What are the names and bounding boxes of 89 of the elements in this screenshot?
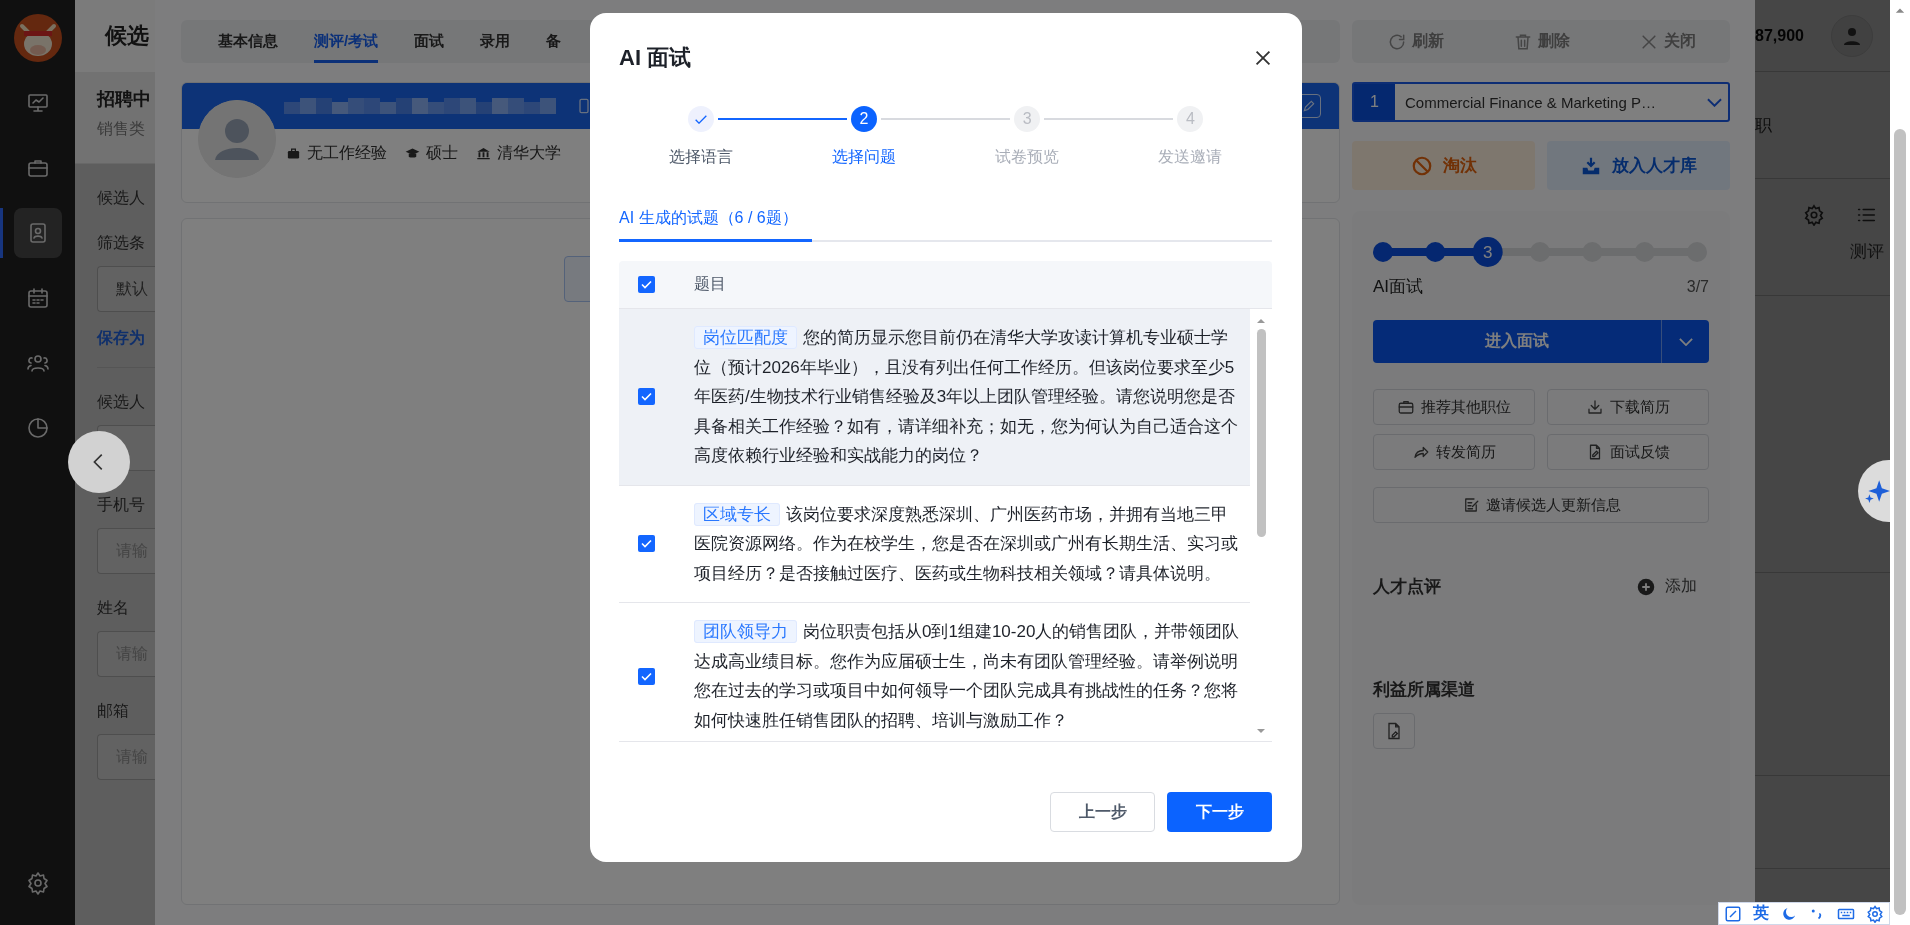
ban-icon <box>1410 154 1433 177</box>
scroll-up-icon[interactable] <box>1257 319 1265 323</box>
action-button[interactable]: 下载简历 <box>1547 389 1709 425</box>
action-button[interactable]: 转发简历 <box>1373 434 1535 470</box>
action-button[interactable]: 面试反馈 <box>1547 434 1709 470</box>
edit-icon <box>1302 99 1316 113</box>
scroll-down-icon[interactable] <box>1257 729 1265 733</box>
table-row[interactable]: 岗位匹配度 您的简历显示您目前仍在清华大学攻读计算机专业硕士学位（预计2026年毕业），且没有列出任何工作经历。但该岗位要求至少5年医药/生物技术行业销售经验及3年以上团队管理经验。请您说明您是否具备相关工作经验？如有，请详细补充；如无，您为何认为自己适合这个高度依赖行业经验和实战能力的岗位？ <box>619 309 1250 486</box>
tab[interactable]: 基本信息 <box>218 20 278 63</box>
scroll-up-icon <box>1895 6 1905 16</box>
settings-icon <box>1865 904 1884 923</box>
next-button[interactable]: 下一步 <box>1167 792 1272 832</box>
active-indicator <box>0 208 3 258</box>
job-title: Commercial Finance & Marketing P… <box>1404 92 1657 113</box>
tab[interactable]: 面试 <box>414 20 445 63</box>
toolbar-button[interactable]: 删除 <box>1512 31 1570 52</box>
enter-interview-button[interactable]: 进入面试 <box>1373 320 1661 363</box>
field-label: 姓名 <box>97 598 130 618</box>
tab[interactable]: 备 <box>546 20 562 63</box>
table-row[interactable]: 团队领导力 岗位职责包括从0到1组建10-20人的销售团队，并带领团队达成高业绩目标。您作为应届硕士生，尚未有团队管理经验。请举例说明您在过去的学习或项目中如何领导一个团队完成具有挑战性的任务？您将如何快速胜任销售团队的招聘、培训与激励工作？ <box>619 603 1250 741</box>
question-text: 区域专长 该岗位要求深度熟悉深圳、广州医药市场，并拥有当地三甲医院资源网络。作为在校学生，您是否在深圳或广州有长期生活、实习或项目经历？是否接触过医疗、医药或生物科技相关领域？请具体说明。 <box>694 501 1239 585</box>
field-label: 手机号 <box>97 495 146 515</box>
talent-pool-button[interactable]: 放入人才库 <box>1547 141 1730 190</box>
briefcase-icon <box>1397 398 1415 416</box>
monitor-icon <box>25 91 50 115</box>
add-button[interactable]: 添加 <box>1637 576 1697 597</box>
filter-select[interactable]: 默认 <box>97 266 155 312</box>
stage-count: 3/7 <box>1686 277 1709 296</box>
job-index: 1 <box>1354 84 1395 120</box>
reject-button[interactable]: 淘汰 <box>1352 141 1535 190</box>
question-text: 岗位匹配度 您的简历显示您目前仍在清华大学攻读计算机专业硕士学位（预计2026年毕业），且没有列出任何工作经历。但该岗位要求至少5年医药/生物技术行业销售经验及3年以上团队管理经验。请您说明您是否具备相关工作经验？如有，请详细补充；如无，您为何认为自己适合这个高度依赖行业经验和实战能力的岗位？ <box>694 325 1239 467</box>
checkbox[interactable] <box>638 388 655 406</box>
briefcase-icon <box>286 146 301 161</box>
column-header: 题目 <box>694 274 726 294</box>
step-label: 发送邀请 <box>1158 147 1223 167</box>
avatar[interactable] <box>1831 14 1873 57</box>
logo <box>13 14 62 62</box>
graduation-cap-icon <box>405 146 420 161</box>
dropdown-button[interactable] <box>1661 320 1709 363</box>
question-text: 团队领导力 岗位职责包括从0到1组建10-20人的销售团队，并带领团队达成高业绩目标。您作为应届硕士生，尚未有团队管理经验。请举例说明您在过去的学习或项目中如何领导一个团队完成具有挑战性的任务？您将如何快速胜任销售团队的招聘、培训与激励工作？ <box>694 619 1241 732</box>
toolbar-button[interactable]: 关闭 <box>1638 31 1696 52</box>
job-select[interactable]: 1 Commercial Finance & Marketing P… <box>1352 82 1730 122</box>
download-icon <box>1586 398 1604 416</box>
stage-name: AI面试 <box>1373 276 1424 298</box>
nav-item[interactable] <box>13 208 62 258</box>
field-label: 邮箱 <box>97 701 130 721</box>
section-title: 利益所属渠道 <box>1373 680 1475 699</box>
calendar-icon <box>25 286 50 310</box>
step-label: 试卷预览 <box>995 147 1060 167</box>
count-text: 87,900 <box>1755 26 1804 45</box>
profile-tag: 清华大学 <box>497 143 561 164</box>
checkbox[interactable] <box>638 535 655 553</box>
toolbar-button[interactable]: 刷新 <box>1386 31 1444 52</box>
pie-chart-icon <box>25 416 50 440</box>
step-label: 选择问题 <box>831 147 896 167</box>
profile-tag: 硕士 <box>426 143 458 164</box>
scroll-thumb[interactable] <box>1256 329 1266 537</box>
plus-circle-icon <box>1637 577 1655 596</box>
select-all-checkbox[interactable] <box>638 276 655 293</box>
action-button[interactable]: 推荐其他职位 <box>1373 389 1535 425</box>
chevron-down-icon <box>1707 97 1722 107</box>
page-title: 候选 <box>105 22 149 50</box>
tab[interactable]: 测评/考试 <box>314 20 379 63</box>
table-row[interactable]: 区域专长 该岗位要求深度熟悉深圳、广州医药市场，并拥有当地三甲医院资源网络。作为在校学生，您是否在深圳或广州有长期生活、实习或项目经历？是否接触过医疗、医药或生物科技相关领域？请具体说明。 <box>619 485 1250 603</box>
tab[interactable]: AI 生成的试题（6 / 6题） <box>619 208 812 242</box>
check-icon <box>694 114 707 124</box>
section-label: 候选人 <box>97 188 146 208</box>
input-mode-toggle[interactable]: 英 <box>1753 903 1769 924</box>
settings-icon <box>25 871 50 895</box>
status-text: 职 <box>1755 114 1772 137</box>
settings-icon <box>1803 204 1825 226</box>
action-button[interactable]: 邀请候选人更新信息 <box>1373 487 1709 523</box>
toolbox-icon <box>1724 904 1743 923</box>
current-step-marker: 3 <box>1472 237 1503 267</box>
status-title: 招聘中 <box>97 88 152 111</box>
sparkle-icon <box>1864 478 1890 504</box>
back-button[interactable]: 上一步 <box>1050 792 1155 832</box>
field-label: 筛选条 <box>97 233 146 253</box>
field-label: 候选人 <box>97 392 146 412</box>
checkbox[interactable] <box>638 667 655 685</box>
phone-icon <box>576 96 592 116</box>
step-label: 选择语言 <box>668 147 733 167</box>
dialog-title: AI 面试 <box>619 44 692 72</box>
bank-icon <box>476 146 491 161</box>
step-marker: 2 <box>850 106 877 132</box>
section-title: 人才点评 <box>1373 576 1441 598</box>
chevron-down-icon <box>1678 337 1693 346</box>
tab[interactable]: 录用 <box>480 20 511 63</box>
profile-tag: 无工作经验 <box>307 143 387 164</box>
